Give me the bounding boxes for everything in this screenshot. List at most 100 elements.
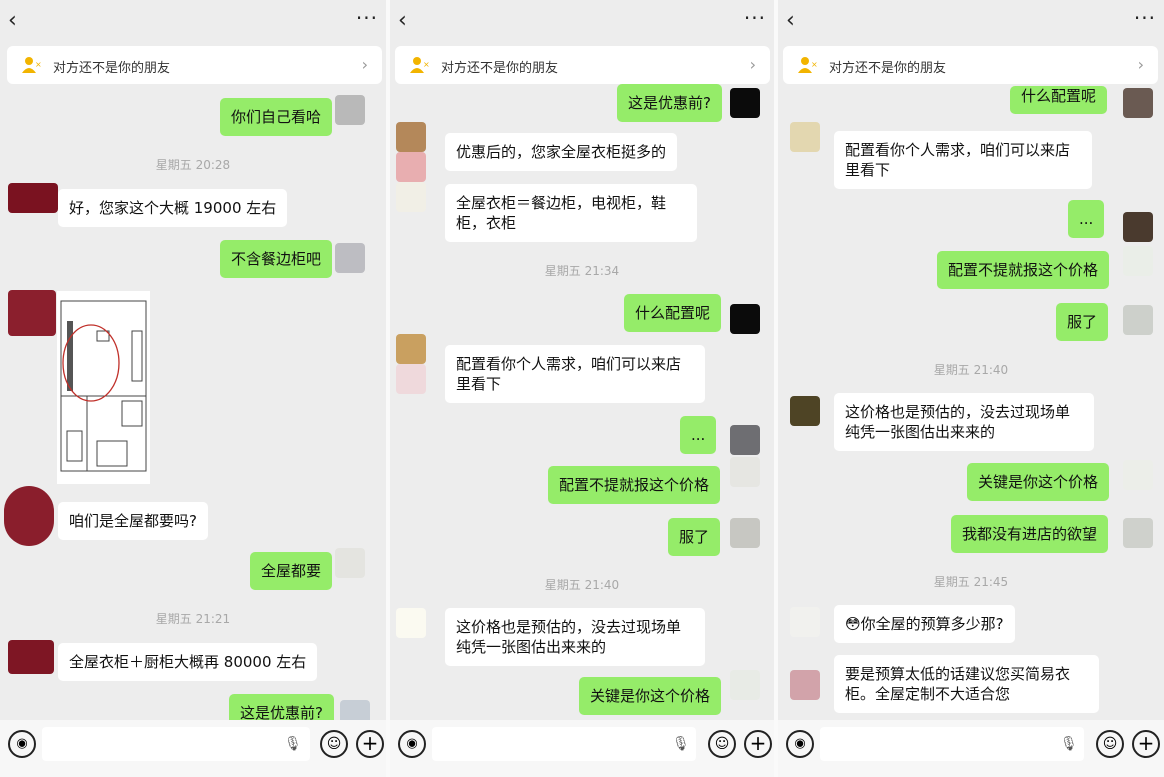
message-bubble[interactable]: 要是预算太低的话建议您买简易衣柜。全屋定制不大适合您: [834, 655, 1099, 713]
avatar[interactable]: [1123, 212, 1153, 242]
avatar[interactable]: [396, 152, 426, 182]
message-bubble[interactable]: 服了: [668, 518, 721, 556]
floor-plan-image[interactable]: [57, 291, 150, 484]
avatar[interactable]: [790, 607, 820, 637]
chevron-right-icon: ›: [361, 55, 368, 74]
voice-icon[interactable]: ◉: [786, 730, 814, 758]
message-bubble[interactable]: 好，您家这个大概 19000 左右: [58, 189, 288, 227]
avatar[interactable]: [335, 548, 365, 578]
chat-panel-1: ‹ ··· × 对方还不是你的朋友 › 你们自己看哈 星期五 20:28 好，您…: [0, 0, 386, 777]
input-bar: ◉ 🎙 ☺ +: [0, 720, 386, 777]
avatar[interactable]: [8, 183, 58, 213]
microphone-icon[interactable]: 🎙: [672, 736, 690, 752]
more-icon[interactable]: ···: [744, 6, 766, 30]
avatar[interactable]: [4, 486, 54, 546]
svg-text:×: ×: [423, 60, 429, 69]
emoji-icon[interactable]: ☺: [1096, 730, 1124, 758]
avatar[interactable]: [335, 243, 365, 273]
message-bubble[interactable]: 全屋衣柜＝餐边柜，电视柜，鞋柜，衣柜: [445, 184, 697, 242]
avatar[interactable]: [396, 182, 426, 212]
message-bubble[interactable]: 咱们是全屋都要吗?: [58, 502, 208, 540]
message-bubble[interactable]: 你们自己看哈: [220, 98, 333, 136]
top-bar: ‹ ···: [390, 0, 774, 44]
message-input[interactable]: [42, 727, 310, 761]
not-friend-banner[interactable]: × 对方还不是你的朋友 ›: [395, 46, 770, 84]
avatar[interactable]: [730, 304, 760, 334]
avatar[interactable]: [8, 290, 56, 336]
svg-text:×: ×: [811, 60, 817, 69]
timestamp: 星期五 21:40: [544, 578, 620, 592]
avatar[interactable]: [335, 95, 365, 125]
message-bubble[interactable]: 配置看你个人需求，咱们可以来店里看下: [834, 131, 1092, 189]
avatar[interactable]: [396, 364, 426, 394]
message-bubble[interactable]: 这价格也是预估的，没去过现场单纯凭一张图估出来来的: [445, 608, 705, 666]
plus-icon[interactable]: +: [356, 730, 384, 758]
flushed-face-icon: 😳: [845, 615, 861, 633]
plus-icon[interactable]: +: [744, 730, 772, 758]
top-bar: ‹ ···: [0, 0, 386, 44]
more-icon[interactable]: ···: [1134, 6, 1156, 30]
back-icon[interactable]: ‹: [8, 8, 17, 33]
svg-text:×: ×: [35, 60, 41, 69]
voice-icon[interactable]: ◉: [8, 730, 36, 758]
message-bubble[interactable]: 不含餐边柜吧: [220, 240, 333, 278]
avatar[interactable]: [1123, 88, 1153, 118]
message-bubble[interactable]: 什么配置呢: [624, 294, 722, 332]
avatar[interactable]: [730, 425, 760, 455]
chat-panel-3: ‹ ··· × 对方还不是你的朋友 › 什么配置呢 配置看你个人需求，咱们可以来…: [778, 0, 1164, 777]
user-unknown-icon: ×: [410, 57, 429, 73]
message-bubble[interactable]: 配置不提就报这个价格: [548, 466, 721, 504]
more-icon[interactable]: ···: [356, 6, 378, 30]
message-bubble[interactable]: 这价格也是预估的，没去过现场单纯凭一张图估出来来的: [834, 393, 1094, 451]
avatar[interactable]: [396, 608, 426, 638]
message-input[interactable]: [432, 727, 696, 761]
message-bubble[interactable]: 我都没有进店的欲望: [951, 515, 1109, 553]
message-bubble[interactable]: 关键是你这个价格: [579, 677, 722, 715]
plus-icon[interactable]: +: [1132, 730, 1160, 758]
message-bubble[interactable]: 什么配置呢: [1010, 86, 1108, 114]
avatar[interactable]: [730, 88, 760, 118]
avatar[interactable]: [730, 457, 760, 487]
avatar[interactable]: [1123, 246, 1153, 276]
input-bar: ◉ 🎙 ☺ +: [778, 720, 1164, 777]
back-icon[interactable]: ‹: [398, 8, 407, 33]
message-bubble[interactable]: 😳你全屋的预算多少那?: [834, 605, 1015, 643]
avatar[interactable]: [790, 396, 820, 426]
message-bubble[interactable]: 全屋衣柜＋厨柜大概再 80000 左右: [58, 643, 318, 681]
avatar[interactable]: [730, 670, 760, 700]
not-friend-banner[interactable]: × 对方还不是你的朋友 ›: [783, 46, 1158, 84]
message-bubble[interactable]: ...: [1068, 200, 1105, 238]
avatar[interactable]: [1123, 518, 1153, 548]
floor-plan-drawing: [60, 300, 147, 472]
user-unknown-icon: ×: [22, 57, 41, 73]
avatar[interactable]: [790, 670, 820, 700]
timestamp: 星期五 21:45: [933, 575, 1009, 589]
message-bubble[interactable]: 优惠后的，您家全屋衣柜挺多的: [445, 133, 678, 171]
not-friend-banner[interactable]: × 对方还不是你的朋友 ›: [7, 46, 382, 84]
avatar[interactable]: [396, 122, 426, 152]
input-bar: ◉ 🎙 ☺ +: [390, 720, 774, 777]
avatar[interactable]: [1123, 305, 1153, 335]
avatar[interactable]: [1123, 460, 1153, 490]
emoji-icon[interactable]: ☺: [708, 730, 736, 758]
avatar[interactable]: [790, 122, 820, 152]
message-bubble[interactable]: 配置看你个人需求，咱们可以来店里看下: [445, 345, 705, 403]
message-input[interactable]: [820, 727, 1084, 761]
message-bubble[interactable]: ...: [680, 416, 717, 454]
avatar[interactable]: [396, 334, 426, 364]
not-friend-text: 对方还不是你的朋友: [441, 61, 559, 76]
message-bubble[interactable]: 配置不提就报这个价格: [937, 251, 1110, 289]
message-bubble[interactable]: 关键是你这个价格: [967, 463, 1110, 501]
message-bubble[interactable]: 这是优惠前?: [617, 84, 722, 122]
back-icon[interactable]: ‹: [786, 8, 795, 33]
microphone-icon[interactable]: 🎙: [284, 736, 302, 752]
emoji-icon[interactable]: ☺: [320, 730, 348, 758]
avatar[interactable]: [8, 640, 54, 674]
voice-icon[interactable]: ◉: [398, 730, 426, 758]
microphone-icon[interactable]: 🎙: [1060, 736, 1078, 752]
chevron-right-icon: ›: [1137, 55, 1144, 74]
message-bubble[interactable]: 全屋都要: [250, 552, 333, 590]
message-bubble[interactable]: 服了: [1056, 303, 1109, 341]
avatar[interactable]: [730, 518, 760, 548]
timestamp: 星期五 21:34: [544, 264, 620, 278]
